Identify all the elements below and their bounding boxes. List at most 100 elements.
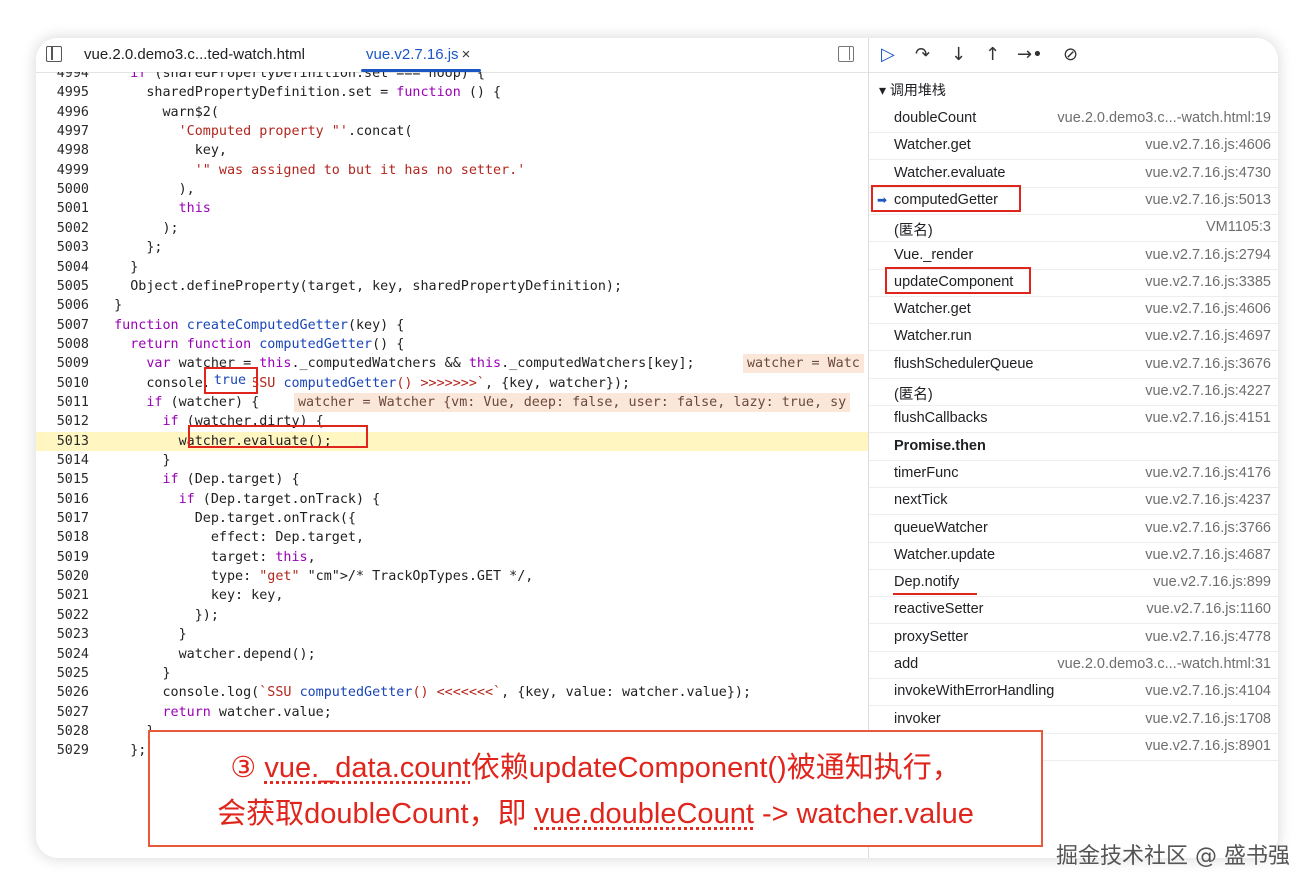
line-number[interactable]: 5005 <box>36 277 89 296</box>
code-line[interactable]: 5007 function createComputedGetter(key) … <box>36 316 868 335</box>
frame-location[interactable]: vue.v2.7.16.js:4687 <box>1145 547 1271 563</box>
code-line[interactable]: 5004 } <box>36 258 868 277</box>
call-stack-frame[interactable]: reactiveSetter vue.v2.7.16.js:1160 <box>869 596 1278 625</box>
line-number[interactable]: 5001 <box>36 199 89 218</box>
line-number[interactable]: 5029 <box>36 741 89 760</box>
line-number[interactable]: 5002 <box>36 219 89 238</box>
step-over-icon[interactable]: ↷ <box>915 44 930 65</box>
line-number[interactable]: 5022 <box>36 606 89 625</box>
code-line[interactable]: 5000 ), <box>36 180 868 199</box>
code-line[interactable]: 5017 Dep.target.onTrack({ <box>36 509 868 528</box>
call-stack-frame[interactable]: timerFunc vue.v2.7.16.js:4176 <box>869 460 1278 488</box>
call-stack-frame[interactable]: computedGetter vue.v2.7.16.js:5013 ➡ <box>869 184 1278 215</box>
call-stack-title[interactable]: ▾ 调用堆栈 <box>879 80 946 100</box>
frame-location[interactable]: vue.v2.7.16.js:5013 <box>1145 192 1271 208</box>
line-number[interactable]: 5024 <box>36 645 89 664</box>
code-line[interactable]: 4996 warn$2( <box>36 103 868 122</box>
code-line[interactable]: 4999 '" was assigned to but it has no se… <box>36 161 868 180</box>
call-stack-frame[interactable]: Vue._render vue.v2.7.16.js:2794 <box>869 242 1278 270</box>
code-line[interactable]: 5011 if (watcher) { watcher = Watcher {v… <box>36 392 868 412</box>
code-line[interactable]: 5019 target: this, <box>36 548 868 567</box>
frame-location[interactable]: vue.v2.7.16.js:4730 <box>1145 165 1271 181</box>
code-line[interactable]: 4998 key, <box>36 141 868 160</box>
frame-location[interactable]: vue.2.0.demo3.c...-watch.html:19 <box>1057 110 1271 126</box>
call-stack-frame[interactable]: Watcher.update vue.v2.7.16.js:4687 <box>869 542 1278 570</box>
frame-location[interactable]: vue.v2.7.16.js:3766 <box>1145 520 1271 536</box>
line-number[interactable]: 5016 <box>36 490 89 509</box>
code-line[interactable]: 5013 watcher.evaluate(); <box>36 431 868 451</box>
call-stack-frame[interactable]: doubleCount vue.2.0.demo3.c...-watch.html… <box>869 105 1278 133</box>
frame-location[interactable]: vue.v2.7.16.js:1160 <box>1146 601 1271 617</box>
call-stack-frame[interactable]: proxySetter vue.v2.7.16.js:4778 <box>869 624 1278 652</box>
line-number[interactable]: 5027 <box>36 703 89 722</box>
call-stack-frame[interactable]: (匿名) vue.v2.7.16.js:4227 <box>869 378 1278 406</box>
call-stack-frame[interactable]: updateComponent vue.v2.7.16.js:3385 <box>869 266 1278 297</box>
line-number[interactable]: 5000 <box>36 180 89 199</box>
code-line[interactable]: 5005 Object.defineProperty(target, key, … <box>36 277 868 296</box>
line-number[interactable]: 5003 <box>36 238 89 257</box>
resume-icon[interactable]: ▷ <box>881 44 895 65</box>
frame-location[interactable]: vue.v2.7.16.js:4237 <box>1145 492 1271 508</box>
call-stack-frame[interactable]: flushCallbacks vue.v2.7.16.js:4151 <box>869 405 1278 434</box>
code-line[interactable]: 5025 } <box>36 664 868 683</box>
frame-location[interactable]: vue.v2.7.16.js:4104 <box>1145 683 1271 699</box>
line-number[interactable]: 5009 <box>36 354 89 373</box>
line-number[interactable]: 5025 <box>36 664 89 683</box>
code-line[interactable]: 5021 key: key, <box>36 586 868 605</box>
frame-location[interactable]: vue.v2.7.16.js:4697 <box>1145 328 1271 344</box>
code-line[interactable]: 5026 console.log(`SSU computedGetter() <… <box>36 683 868 702</box>
line-number[interactable]: 5017 <box>36 509 89 528</box>
code-line[interactable]: 5008 return function computedGetter() { <box>36 335 868 354</box>
line-number[interactable]: 4996 <box>36 103 89 122</box>
line-number[interactable]: 5020 <box>36 567 89 586</box>
call-stack-frame[interactable]: invokeWithErrorHandling vue.v2.7.16.js:41… <box>869 678 1278 707</box>
line-number[interactable]: 5010 <box>36 374 89 393</box>
call-stack-frame[interactable]: flushSchedulerQueue vue.v2.7.16.js:3676 <box>869 351 1278 379</box>
call-stack-frame[interactable]: Promise.then <box>869 433 1278 461</box>
call-stack-frame[interactable]: Watcher.evaluate vue.v2.7.16.js:4730 <box>869 160 1278 188</box>
frame-location[interactable]: vue.2.0.demo3.c...-watch.html:31 <box>1057 656 1271 672</box>
line-number[interactable]: 5012 <box>36 412 89 431</box>
tab-vue-js-file[interactable]: vue.v2.7.16.js × <box>366 46 470 63</box>
code-line[interactable]: 5022 }); <box>36 606 868 625</box>
code-line[interactable]: 5009 var watcher = this._computedWatcher… <box>36 354 868 374</box>
line-number[interactable]: 5011 <box>36 393 89 412</box>
line-number[interactable]: 5006 <box>36 296 89 315</box>
line-number[interactable]: 5026 <box>36 683 89 702</box>
code-line[interactable]: 5006 } <box>36 296 868 315</box>
step-into-icon[interactable]: ↓ <box>951 44 966 65</box>
code-line[interactable]: 5016 if (Dep.target.onTrack) { <box>36 490 868 509</box>
code-line[interactable]: 5018 effect: Dep.target, <box>36 528 868 547</box>
code-line[interactable]: 4995 sharedPropertyDefinition.set = func… <box>36 83 868 102</box>
close-tab-icon[interactable]: × <box>462 46 471 63</box>
call-stack-frame[interactable]: (匿名) VM1105:3 <box>869 214 1278 243</box>
code-line[interactable]: 4994 if (sharedPropertyDefinition.set ==… <box>36 72 868 83</box>
frame-location[interactable]: vue.v2.7.16.js:3676 <box>1145 356 1271 372</box>
code-line[interactable]: 5014 } <box>36 451 868 470</box>
step-icon[interactable]: →• <box>1017 44 1043 65</box>
call-stack-frame[interactable]: add vue.2.0.demo3.c...-watch.html:31 <box>869 651 1278 679</box>
line-number[interactable]: 5023 <box>36 625 89 644</box>
code-line[interactable]: 5002 ); <box>36 219 868 238</box>
code-line[interactable]: 5001 this <box>36 199 868 218</box>
line-number[interactable]: 5013 <box>36 432 89 451</box>
call-stack-frame[interactable]: nextTick vue.v2.7.16.js:4237 <box>869 487 1278 516</box>
code-line[interactable]: 5024 watcher.depend(); <box>36 645 868 664</box>
frame-location[interactable]: vue.v2.7.16.js:4176 <box>1145 465 1271 481</box>
line-number[interactable]: 5019 <box>36 548 89 567</box>
code-line[interactable]: 5003 }; <box>36 238 868 257</box>
line-number[interactable]: 4994 <box>36 72 89 83</box>
frame-location[interactable]: vue.v2.7.16.js:4778 <box>1145 629 1271 645</box>
line-number[interactable]: 5008 <box>36 335 89 354</box>
frame-location[interactable]: VM1105:3 <box>1206 219 1271 235</box>
frame-location[interactable]: vue.v2.7.16.js:8901 <box>1145 738 1271 754</box>
line-number[interactable]: 5014 <box>36 451 89 470</box>
frame-location[interactable]: vue.v2.7.16.js:4151 <box>1145 410 1271 426</box>
frame-location[interactable]: vue.v2.7.16.js:4606 <box>1145 137 1271 153</box>
call-stack-frame[interactable]: Watcher.get vue.v2.7.16.js:4606 <box>869 132 1278 161</box>
line-number[interactable]: 5004 <box>36 258 89 277</box>
code-line[interactable]: 5015 if (Dep.target) { <box>36 470 868 489</box>
code-line[interactable]: 5012 if (watcher.dirty) { <box>36 412 868 431</box>
code-line[interactable]: 5027 return watcher.value; <box>36 703 868 722</box>
line-number[interactable]: 5018 <box>36 528 89 547</box>
